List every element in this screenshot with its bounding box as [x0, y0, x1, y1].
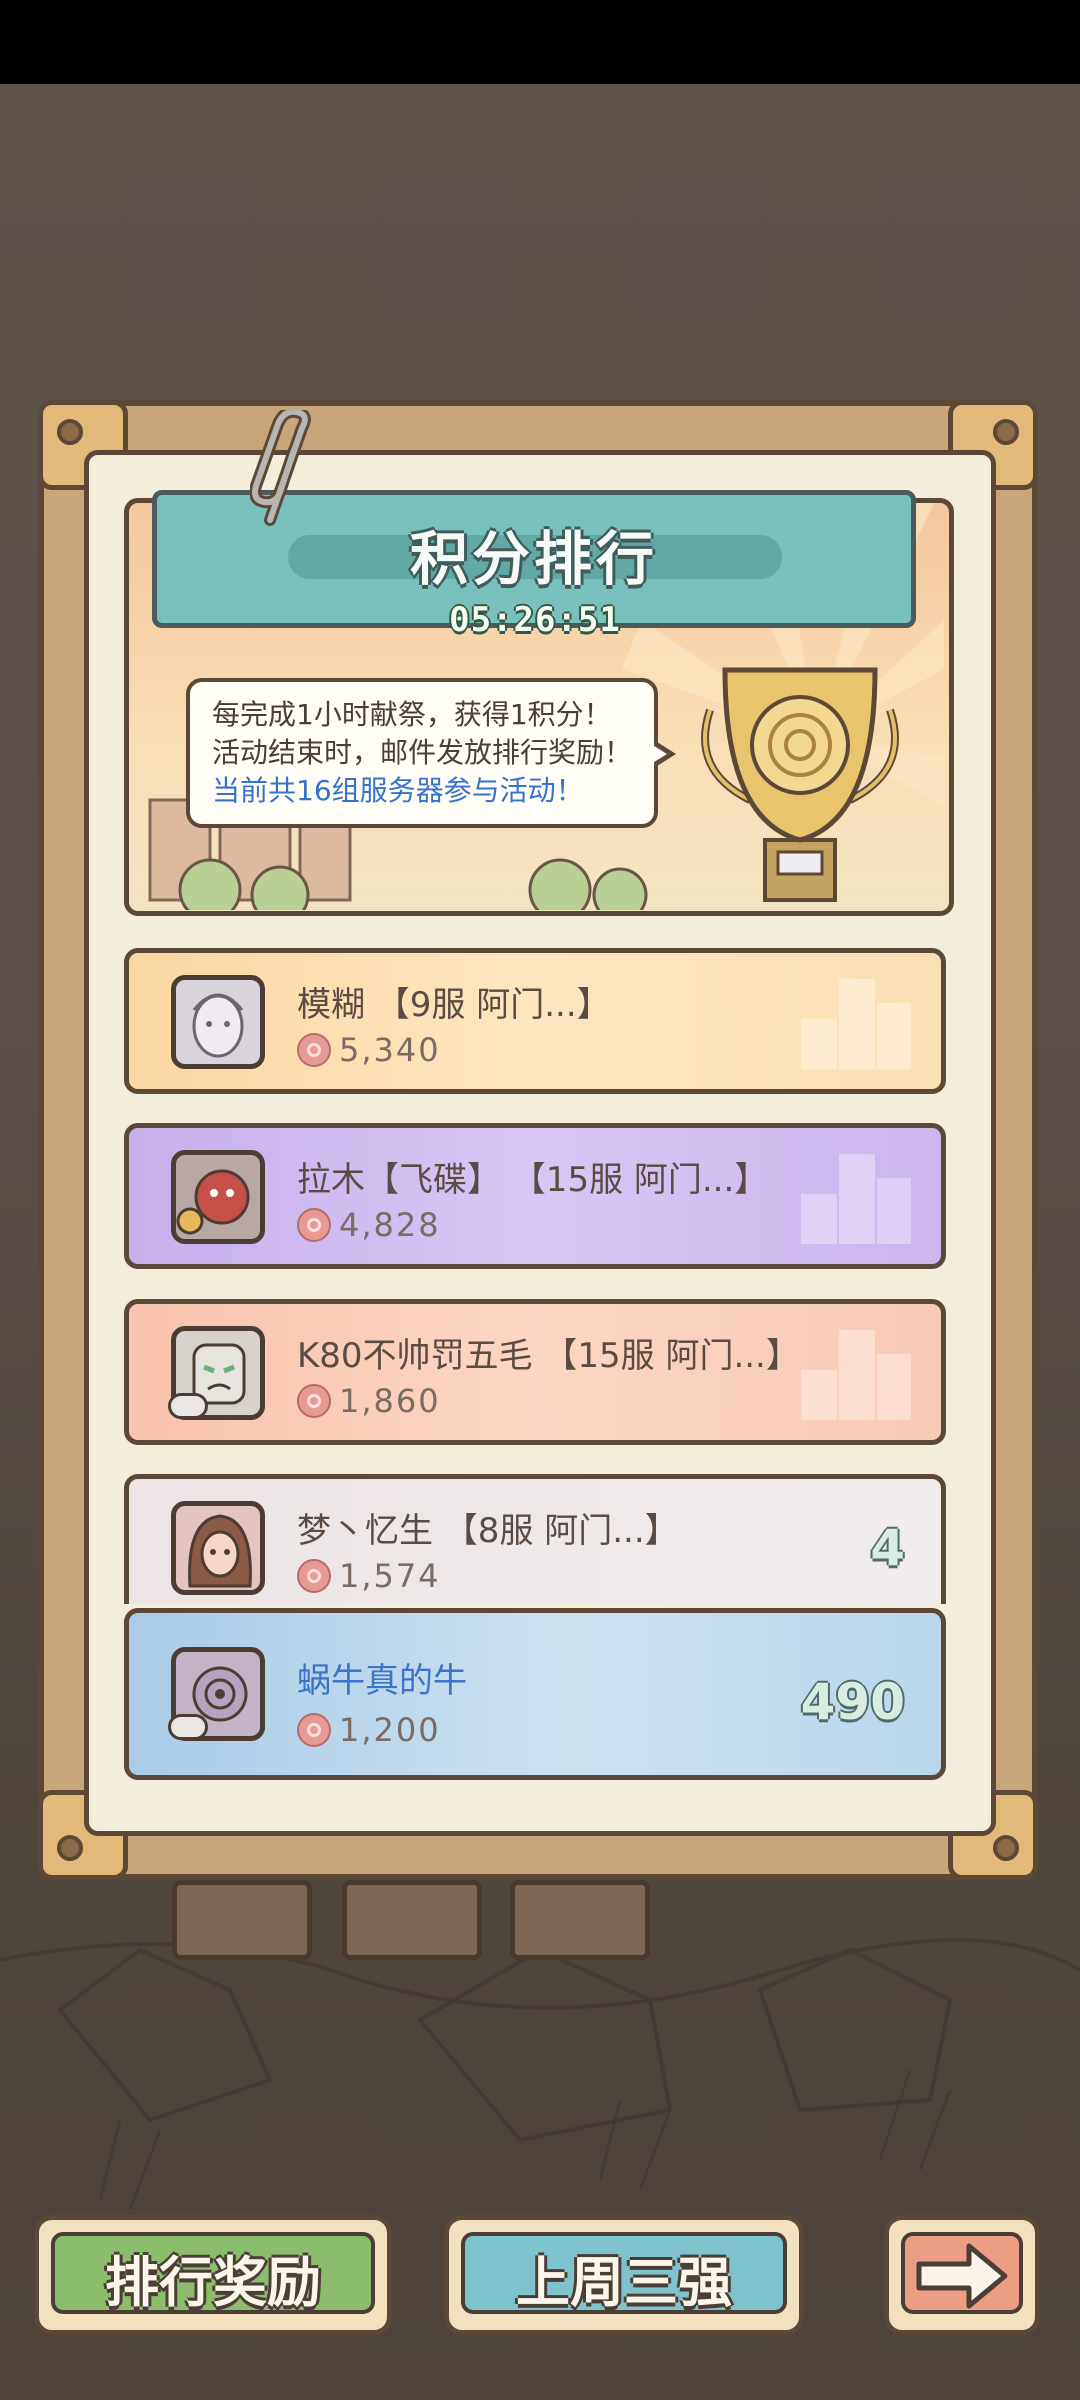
rank-reward-button[interactable]: 排行奖励	[34, 2215, 392, 2335]
eye-badge-icon	[168, 1393, 208, 1419]
paperclip-icon	[250, 410, 311, 526]
player-name: 蜗牛真的牛	[297, 1661, 467, 1701]
player-avatar[interactable]	[168, 1326, 265, 1420]
score-swirl-icon	[297, 1713, 331, 1747]
player-score: 1,860	[339, 1382, 441, 1420]
avatar-face-icon	[192, 993, 244, 1058]
info-line: 活动结束时，邮件发放排行奖励！	[212, 736, 633, 769]
avatar-face-icon	[188, 1514, 252, 1588]
player-score: 5,340	[339, 1031, 441, 1069]
player-avatar[interactable]	[168, 1647, 265, 1741]
rank-number: 4	[870, 1519, 905, 1577]
rank-row-1[interactable]: 模糊 【9服 阿门...】 5,340	[124, 948, 946, 1094]
info-line: 每完成1小时献祭，获得1积分！	[212, 698, 612, 731]
background-tile	[510, 1880, 650, 1960]
player-name: K80不帅罚五毛 【15服 阿门...】	[297, 1336, 800, 1376]
score-swirl-icon	[297, 1033, 331, 1067]
trophy-icon	[701, 667, 899, 902]
player-avatar[interactable]	[171, 1501, 265, 1595]
background-tile	[342, 1880, 482, 1960]
my-rank-row[interactable]: 蜗牛真的牛 1,200 490	[124, 1608, 946, 1780]
rank-row-4[interactable]: 梦丶忆生 【8服 阿门...】 1,574 4	[124, 1474, 946, 1604]
player-name: 梦丶忆生 【8服 阿门...】	[297, 1511, 679, 1551]
avatar-face-icon	[176, 1169, 250, 1235]
my-rank-number: 490	[800, 1673, 905, 1731]
background-tile	[172, 1880, 312, 1960]
player-name: 拉木【飞碟】 【15服 阿门...】	[297, 1160, 769, 1200]
next-button[interactable]	[884, 2215, 1040, 2335]
podium-icon	[801, 1154, 911, 1244]
bubble-tail	[651, 744, 667, 764]
player-avatar[interactable]	[171, 975, 265, 1069]
podium-icon	[801, 979, 911, 1069]
rank-reward-label: 排行奖励	[105, 2251, 321, 2314]
eye-badge-icon	[168, 1714, 208, 1740]
player-score: 4,828	[339, 1206, 441, 1244]
score-swirl-icon	[297, 1559, 331, 1593]
countdown-timer: 05:26:51	[449, 600, 621, 640]
last-week-top3-label: 上周三强	[516, 2251, 732, 2314]
podium-icon	[801, 1330, 911, 1420]
info-bubble: 每完成1小时献祭，获得1积分！ 活动结束时，邮件发放排行奖励！ 当前共16组服务…	[186, 678, 658, 828]
rank-row-2[interactable]: 拉木【飞碟】 【15服 阿门...】 4,828	[124, 1123, 946, 1269]
score-swirl-icon	[297, 1384, 331, 1418]
arrow-right-icon	[916, 2243, 1008, 2309]
player-avatar[interactable]	[171, 1150, 265, 1244]
score-swirl-icon	[297, 1208, 331, 1242]
last-week-top3-button[interactable]: 上周三强	[444, 2215, 804, 2335]
info-line-highlight: 当前共16组服务器参与活动！	[212, 774, 584, 807]
player-score: 1,200	[339, 1711, 441, 1749]
player-name: 模糊 【9服 阿门...】	[297, 985, 611, 1025]
rank-row-3[interactable]: K80不帅罚五毛 【15服 阿门...】 1,860	[124, 1299, 946, 1445]
player-score: 1,574	[339, 1557, 441, 1595]
